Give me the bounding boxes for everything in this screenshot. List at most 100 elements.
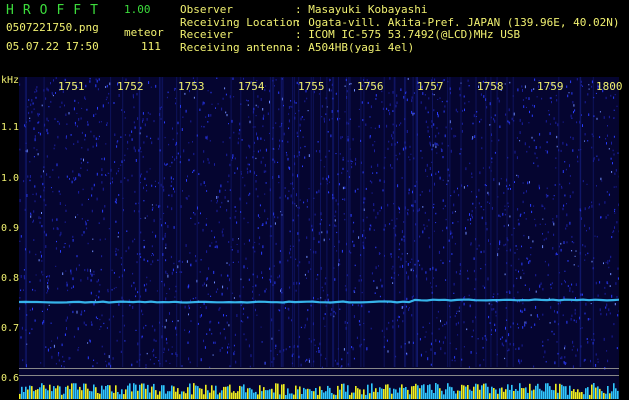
spectrogram-pixel <box>441 101 443 103</box>
spectrogram-pixel <box>435 222 437 224</box>
spectrogram-pixel <box>430 342 432 346</box>
spectrogram-pixel <box>520 309 522 313</box>
spectrogram-pixel <box>85 222 87 226</box>
spectrogram-pixel <box>151 325 153 328</box>
spectrogram-pixel <box>476 248 478 250</box>
spectrogram-pixel <box>283 132 285 136</box>
spectrogram-pixel <box>613 186 615 188</box>
spectrogram-pixel <box>87 123 89 126</box>
spectrogram-pixel <box>78 264 80 267</box>
spectrogram-pixel <box>157 259 159 261</box>
spectrogram-pixel <box>444 352 446 355</box>
spectrogram-pixel <box>322 289 324 292</box>
spectrogram-pixel <box>146 215 148 217</box>
spectrogram-pixel <box>349 77 351 367</box>
spectrogram-pixel <box>573 264 575 266</box>
spectrogram-pixel <box>189 361 191 364</box>
spectrogram-pixel <box>148 81 150 84</box>
spectrogram-pixel <box>256 314 258 316</box>
spectrogram-pixel <box>216 245 218 249</box>
spectrogram-pixel <box>296 193 297 197</box>
spectrogram-pixel <box>238 261 239 263</box>
spectrogram-pixel <box>19 368 619 369</box>
spectrogram-pixel <box>603 262 604 265</box>
spectrogram-pixel <box>127 140 129 144</box>
spectrogram-pixel <box>295 112 296 114</box>
spectrogram-pixel <box>190 320 192 322</box>
spectrogram-pixel <box>347 170 349 172</box>
spectrogram-pixel <box>318 189 320 193</box>
spectrogram-pixel <box>229 217 231 220</box>
spectrogram-pixel <box>555 253 557 256</box>
spectrogram-pixel <box>151 255 152 257</box>
spectrogram-pixel <box>99 393 101 399</box>
spectrogram-pixel <box>498 99 500 103</box>
spectrogram-pixel <box>519 361 521 365</box>
spectrogram-pixel <box>579 392 581 399</box>
spectrogram-pixel <box>160 77 162 367</box>
spectrogram-pixel <box>200 259 202 261</box>
spectrogram-pixel <box>23 180 25 183</box>
spectrogram-pixel <box>181 271 183 273</box>
spectrogram-pixel <box>86 227 88 230</box>
spectrogram-pixel <box>451 232 453 234</box>
spectrogram-pixel <box>124 154 126 157</box>
spectrogram-pixel <box>489 202 490 204</box>
spectrogram-pixel <box>57 287 59 290</box>
spectrogram-pixel <box>482 337 484 340</box>
spectrogram-pixel <box>146 352 148 355</box>
spectrogram-pixel <box>382 189 384 192</box>
spectrogram-pixel <box>380 278 382 282</box>
spectrogram-pixel <box>239 294 241 298</box>
spectrogram-pixel <box>595 353 597 356</box>
spectrogram-pixel <box>467 385 469 399</box>
spectrogram-pixel <box>452 222 454 224</box>
spectrogram-pixel <box>520 276 522 279</box>
spectrogram-pixel <box>206 190 208 192</box>
spectrogram-pixel <box>33 156 35 158</box>
spectrogram-pixel <box>108 228 110 230</box>
spectrogram-pixel <box>586 338 588 340</box>
spectrogram-pixel <box>185 109 187 113</box>
spectrogram-pixel <box>29 281 31 283</box>
spectrogram-pixel <box>64 221 66 223</box>
spectrogram-pixel <box>89 77 91 80</box>
spectrogram-pixel <box>531 210 533 213</box>
spectrogram-pixel <box>482 346 484 349</box>
spectrogram-pixel <box>96 197 98 201</box>
spectrogram-pixel <box>514 252 516 254</box>
spectrogram-pixel <box>297 264 299 267</box>
spectrogram-pixel <box>573 111 574 114</box>
spectrogram-pixel <box>339 308 341 310</box>
spectrogram-pixel <box>514 150 516 154</box>
spectrogram-pixel <box>262 276 263 279</box>
spectrogram-pixel <box>114 133 116 136</box>
spectrogram-pixel <box>134 238 136 240</box>
spectrogram-pixel <box>333 77 335 367</box>
spectrogram-pixel <box>521 310 523 313</box>
spectrogram-pixel <box>84 269 86 272</box>
spectrogram-pixel <box>553 233 555 236</box>
spectrogram-pixel <box>56 240 57 243</box>
spectrogram-pixel <box>175 352 177 355</box>
spectrogram-pixel <box>361 291 363 294</box>
spectrogram-pixel <box>551 282 553 285</box>
spectrogram-pixel <box>165 297 167 301</box>
spectrogram-pixel <box>565 281 566 284</box>
spectrogram-pixel <box>499 388 501 399</box>
spectrogram-pixel <box>429 189 431 193</box>
spectrogram-pixel <box>236 314 238 317</box>
spectrogram-pixel <box>166 273 168 275</box>
spectrogram-pixel <box>131 174 133 177</box>
spectrogram-pixel <box>105 174 106 176</box>
spectrogram-pixel <box>390 256 392 258</box>
spectrogram-pixel <box>19 375 619 376</box>
spectrogram-pixel <box>52 169 54 171</box>
spectrogram-pixel <box>421 157 423 159</box>
spectrogram-pixel <box>434 142 436 146</box>
spectrogram-pixel <box>116 145 118 148</box>
spectrogram-pixel <box>211 103 213 105</box>
spectrogram-pixel <box>222 228 224 230</box>
spectrogram-pixel <box>225 386 227 399</box>
spectrogram-pixel <box>127 179 129 182</box>
